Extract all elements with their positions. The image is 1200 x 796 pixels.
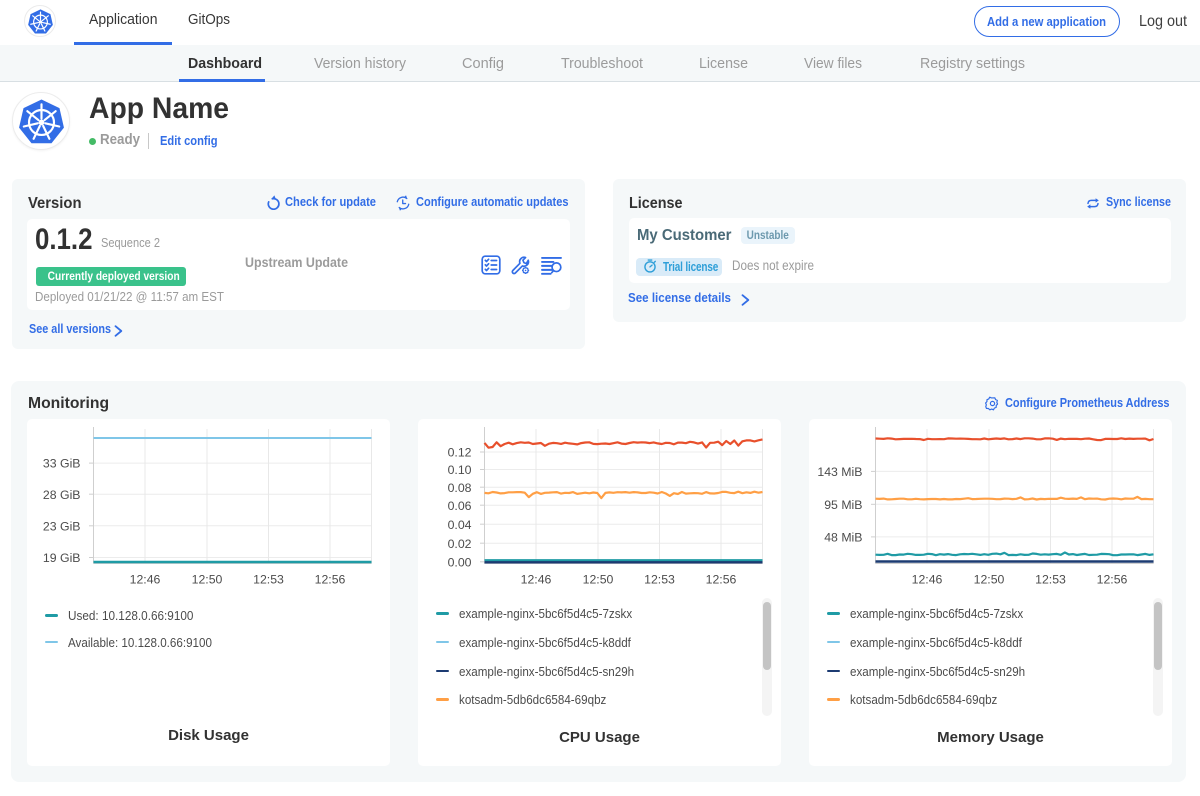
- svg-text:23 GiB: 23 GiB: [43, 519, 81, 533]
- svg-text:12:56: 12:56: [315, 573, 346, 587]
- svg-text:0.10: 0.10: [448, 463, 472, 477]
- svg-text:0.08: 0.08: [448, 481, 472, 495]
- svg-text:28 GiB: 28 GiB: [43, 488, 81, 502]
- svg-text:12:50: 12:50: [974, 573, 1005, 587]
- svg-text:0.04: 0.04: [448, 518, 472, 532]
- svg-text:0.12: 0.12: [448, 446, 472, 460]
- svg-text:12:56: 12:56: [1097, 573, 1128, 587]
- svg-text:12:50: 12:50: [192, 573, 223, 587]
- svg-text:12:46: 12:46: [912, 573, 943, 587]
- svg-text:0.00: 0.00: [448, 555, 472, 569]
- svg-text:12:50: 12:50: [583, 573, 614, 587]
- svg-text:12:53: 12:53: [253, 573, 284, 587]
- svg-text:33 GiB: 33 GiB: [43, 457, 81, 471]
- svg-text:12:46: 12:46: [130, 573, 161, 587]
- svg-text:48 MiB: 48 MiB: [824, 531, 862, 545]
- svg-text:0.06: 0.06: [448, 499, 472, 513]
- svg-text:0.02: 0.02: [448, 537, 472, 551]
- svg-text:19 GiB: 19 GiB: [43, 551, 81, 565]
- svg-text:143 MiB: 143 MiB: [817, 465, 862, 479]
- svg-text:95 MiB: 95 MiB: [824, 498, 862, 512]
- svg-text:12:46: 12:46: [521, 573, 552, 587]
- svg-text:12:53: 12:53: [644, 573, 675, 587]
- svg-text:12:56: 12:56: [706, 573, 737, 587]
- svg-text:12:53: 12:53: [1035, 573, 1066, 587]
